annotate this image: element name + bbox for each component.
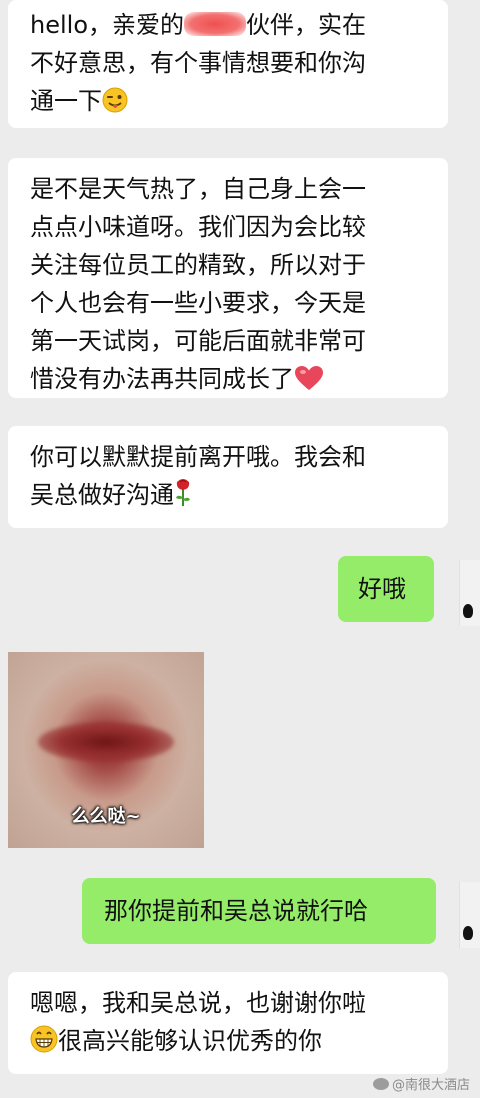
image-message[interactable]: 么么哒~	[8, 652, 204, 848]
message-text: 很高兴能够认识优秀的你	[58, 1027, 322, 1055]
avatar[interactable]	[459, 882, 480, 948]
message-bubble-4[interactable]: 好哦	[338, 556, 434, 622]
message-text: 好哦	[358, 575, 406, 603]
rose-icon	[174, 477, 192, 518]
watermark-text: @南很大酒店	[391, 1078, 470, 1093]
blurred-photo	[38, 722, 174, 762]
winking-tongue-face-icon	[102, 86, 128, 124]
message-bubble-3[interactable]: 你可以默默提前离开哦。我会和 吴总做好沟通	[8, 426, 448, 528]
message-text: hello，亲爱的	[30, 11, 184, 39]
message-text: 是不是天气热了，自己身上会一 点点小味道呀。我们因为会比较 关注每位员工的精致，…	[30, 175, 366, 393]
message-bubble-6[interactable]: 那你提前和吴总说就行哈	[82, 878, 436, 944]
message-bubble-2[interactable]: 是不是天气热了，自己身上会一 点点小味道呀。我们因为会比较 关注每位员工的精致，…	[8, 158, 448, 398]
grinning-face-icon	[30, 1025, 58, 1064]
avatar[interactable]	[459, 560, 480, 626]
image-caption: 么么哒~	[71, 806, 141, 827]
message-bubble-7[interactable]: 嗯嗯，我和吴总说，也谢谢你啦很高兴能够认识优秀的你	[8, 972, 448, 1074]
redaction-mark	[184, 12, 246, 36]
heart-icon	[294, 364, 324, 402]
weibo-icon	[372, 1078, 389, 1090]
message-bubble-1[interactable]: hello，亲爱的 伙伴，实在 不好意思，有个事情想要和你沟 通一下	[8, 0, 448, 128]
weibo-watermark: @南很大酒店	[372, 1074, 470, 1093]
message-text: 那你提前和吴总说就行哈	[104, 897, 368, 925]
message-text: 嗯嗯，我和吴总说，也谢谢你啦	[30, 989, 366, 1017]
message-text: 你可以默默提前离开哦。我会和 吴总做好沟通	[30, 443, 366, 509]
